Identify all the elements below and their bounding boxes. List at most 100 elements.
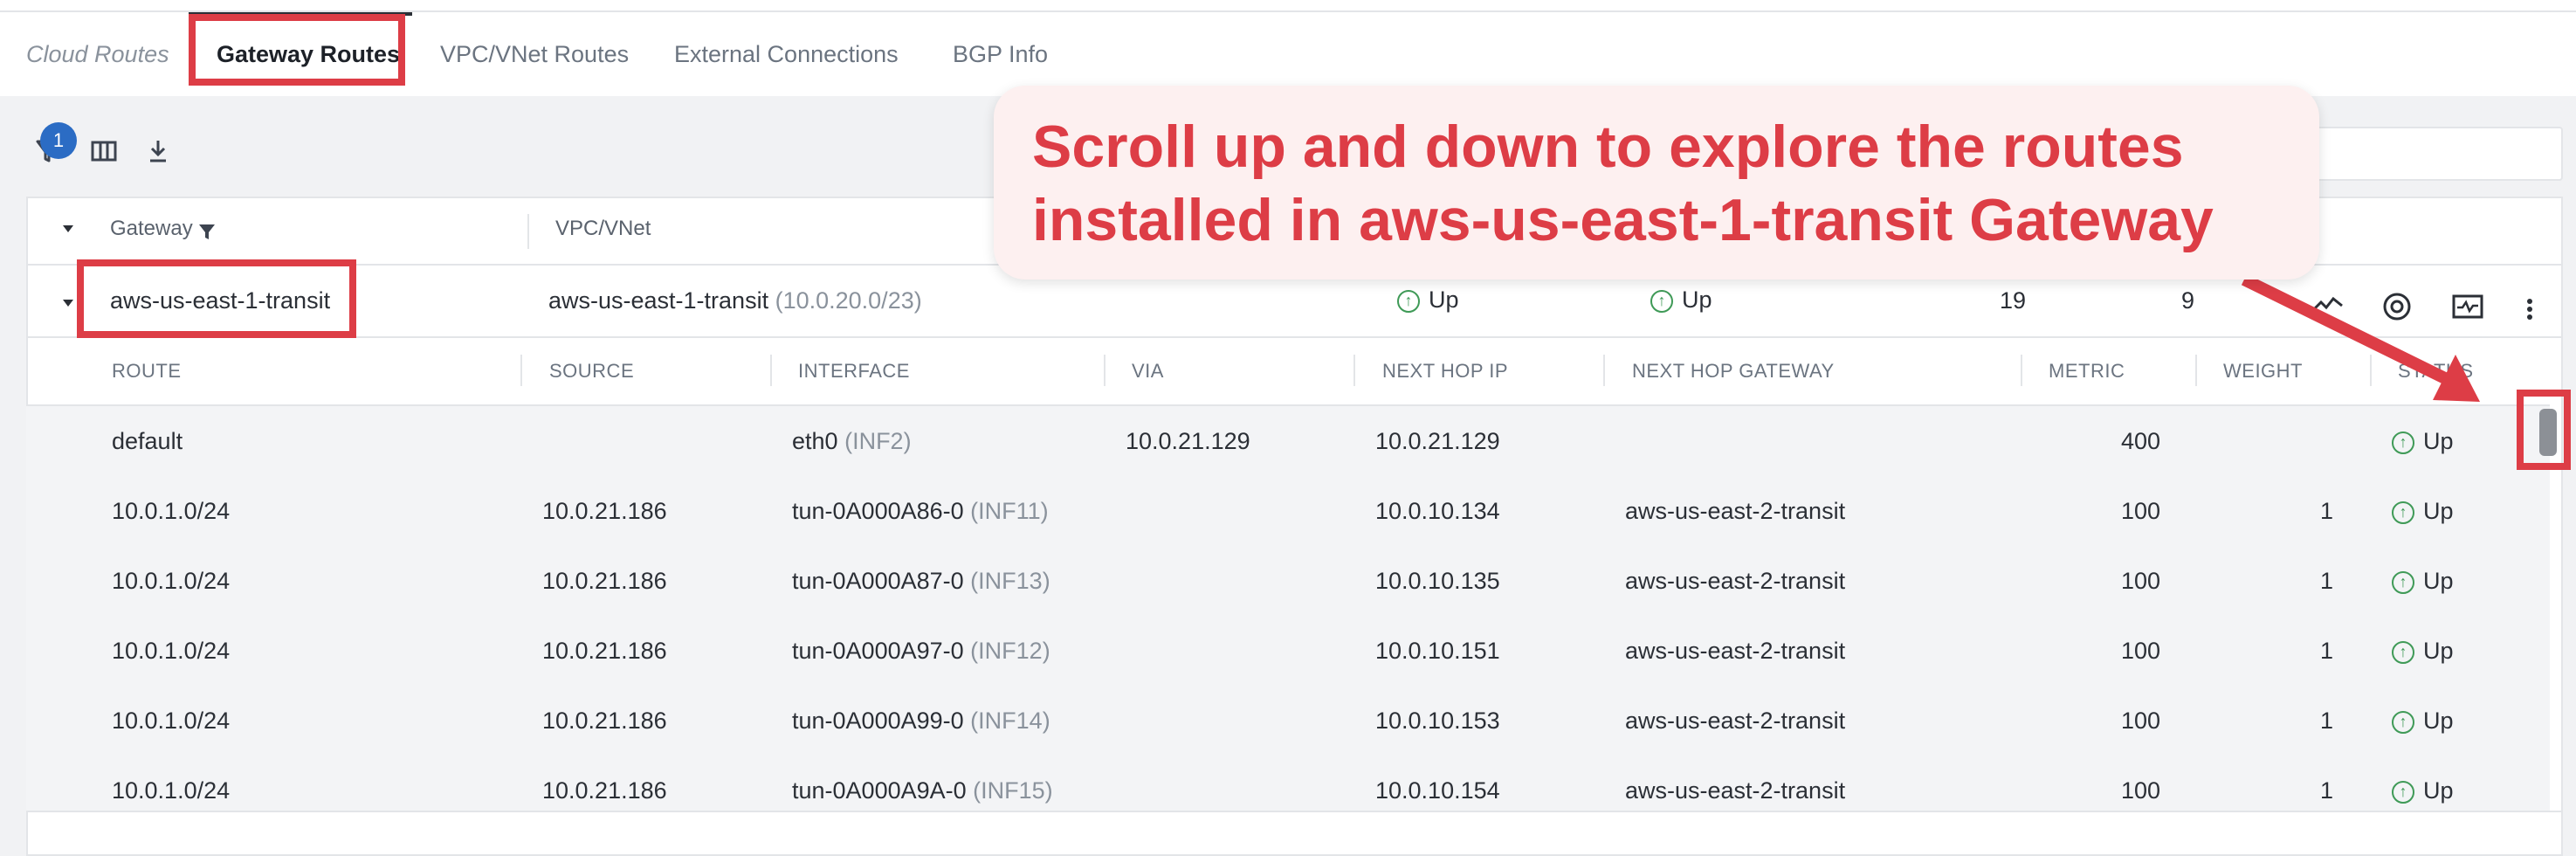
route-cell: 10.0.1.0/24: [112, 777, 231, 804]
route-header-next-hop-ip[interactable]: NEXT HOP IP: [1382, 360, 1508, 383]
metric-cell: 100: [2120, 498, 2160, 524]
route-header-metric[interactable]: METRIC: [2049, 360, 2125, 383]
filter-count-badge: 1: [40, 122, 77, 159]
metric-cell: 100: [2120, 568, 2160, 594]
up-arrow-icon: ↑: [2392, 640, 2414, 664]
expand-row-icon[interactable]: [61, 297, 75, 313]
divider: [26, 811, 2563, 812]
route-cell: 10.0.1.0/24: [112, 568, 231, 594]
gateway-vpc-name: aws-us-east-1-transit: [548, 287, 769, 314]
next-hop-gateway-cell: aws-us-east-2-transit: [1625, 568, 1846, 594]
gateway-status-1: ↑ Up: [1397, 286, 1459, 314]
interface-cell: tun-0A000A86-0 (INF11): [792, 498, 1049, 524]
column-separator: [1104, 355, 1105, 386]
column-separator: [2195, 355, 2197, 386]
collapse-all-icon[interactable]: [61, 223, 75, 238]
divider: [26, 336, 2563, 338]
weight-cell: 1: [2319, 708, 2333, 734]
route-header-via[interactable]: VIA: [1132, 360, 1164, 383]
gateway-count-2: 9: [2181, 287, 2195, 314]
up-arrow-icon: ↑: [2392, 431, 2414, 454]
callout-line-1: Scroll up and down to explore the routes: [1032, 114, 2184, 180]
source-cell: 10.0.21.186: [542, 638, 667, 664]
route-header-next-hop-gateway[interactable]: NEXT HOP GATEWAY: [1632, 360, 1835, 383]
highlight-gateway-name: [77, 259, 356, 338]
route-cell: default: [112, 428, 183, 454]
up-arrow-icon: ↑: [2392, 710, 2414, 734]
metric-cell: 100: [2120, 777, 2160, 804]
interface-cell: tun-0A000A87-0 (INF13): [792, 568, 1050, 594]
tutorial-callout: Scroll up and down to explore the routes…: [994, 86, 2319, 280]
up-arrow-icon: ↑: [1650, 289, 1673, 313]
gateway-vpc-cidr: (10.0.20.0/23): [775, 287, 922, 314]
gateway-filter-icon[interactable]: [197, 222, 217, 245]
columns-icon[interactable]: [91, 140, 117, 169]
gateway-vpc: aws-us-east-1-transit (10.0.20.0/23): [548, 287, 922, 314]
gateway-status-2: ↑ Up: [1650, 286, 1712, 314]
weight-cell: 1: [2319, 498, 2333, 524]
interface-cell: eth0 (INF2): [792, 428, 912, 454]
route-cell: 10.0.1.0/24: [112, 638, 231, 664]
route-header-source[interactable]: SOURCE: [549, 360, 634, 383]
metric-cell: 100: [2120, 638, 2160, 664]
status-cell: ↑ Up: [2392, 708, 2454, 735]
interface-cell: tun-0A000A99-0 (INF14): [792, 708, 1050, 734]
route-cell: 10.0.1.0/24: [112, 498, 231, 524]
more-options-icon[interactable]: [2525, 295, 2534, 329]
interface-cell: tun-0A000A9A-0 (INF15): [792, 777, 1053, 804]
source-cell: 10.0.21.186: [542, 568, 667, 594]
tab-bgp-info[interactable]: BGP Info: [953, 12, 1048, 96]
gateway-count-1: 19: [2000, 287, 2027, 314]
tab-external-connections[interactable]: External Connections: [674, 12, 899, 96]
next-hop-gateway-cell: aws-us-east-2-transit: [1625, 777, 1846, 804]
via-cell: 10.0.21.129: [1126, 428, 1250, 454]
callout-text: Scroll up and down to explore the routes…: [1032, 110, 2214, 257]
up-arrow-icon: ↑: [2392, 500, 2414, 524]
column-separator: [1603, 355, 1605, 386]
next-hop-ip-cell: 10.0.10.153: [1375, 708, 1500, 734]
highlight-gateway-routes-tab: [189, 14, 405, 86]
next-hop-gateway-cell: aws-us-east-2-transit: [1625, 708, 1846, 734]
header-gateway[interactable]: Gateway: [110, 217, 193, 241]
tab-vpc-vnet-routes[interactable]: VPC/VNet Routes: [440, 12, 629, 96]
next-hop-ip-cell: 10.0.10.135: [1375, 568, 1500, 594]
metric-cell: 100: [2120, 708, 2160, 734]
weight-cell: 1: [2319, 777, 2333, 804]
route-header-route[interactable]: ROUTE: [112, 360, 182, 383]
next-hop-ip-cell: 10.0.10.154: [1375, 777, 1500, 804]
status-cell: ↑ Up: [2392, 428, 2454, 455]
route-cell: 10.0.1.0/24: [112, 708, 231, 734]
callout-line-2: installed in aws-us-east-1-transit Gatew…: [1032, 187, 2214, 253]
annotation-arrow: [2241, 273, 2480, 402]
column-separator: [1353, 355, 1355, 386]
up-arrow-icon: ↑: [2392, 570, 2414, 594]
next-hop-ip-cell: 10.0.10.151: [1375, 638, 1500, 664]
metric-cell: 400: [2120, 428, 2160, 454]
column-separator: [520, 355, 522, 386]
column-separator: [770, 355, 772, 386]
header-vpc-vnet[interactable]: VPC/VNet: [555, 217, 651, 241]
up-arrow-icon: ↑: [1397, 289, 1420, 313]
route-header-interface[interactable]: INTERFACE: [798, 360, 910, 383]
next-hop-ip-cell: 10.0.21.129: [1375, 428, 1500, 454]
status-cell: ↑ Up: [2392, 638, 2454, 665]
next-hop-gateway-cell: aws-us-east-2-transit: [1625, 498, 1846, 524]
top-border: [0, 0, 2576, 12]
status-cell: ↑ Up: [2392, 777, 2454, 804]
download-icon[interactable]: [146, 138, 170, 171]
routes-list[interactable]: [26, 406, 2550, 812]
column-separator: [527, 214, 529, 249]
status-cell: ↑ Up: [2392, 568, 2454, 595]
column-separator: [2021, 355, 2022, 386]
source-cell: 10.0.21.186: [542, 708, 667, 734]
tab-cloud-routes[interactable]: Cloud Routes: [26, 12, 169, 96]
next-hop-gateway-cell: aws-us-east-2-transit: [1625, 638, 1846, 664]
interface-cell: tun-0A000A97-0 (INF12): [792, 638, 1050, 664]
up-arrow-icon: ↑: [2392, 780, 2414, 804]
highlight-scrollbar: [2517, 390, 2571, 470]
next-hop-ip-cell: 10.0.10.134: [1375, 498, 1500, 524]
weight-cell: 1: [2319, 638, 2333, 664]
source-cell: 10.0.21.186: [542, 777, 667, 804]
weight-cell: 1: [2319, 568, 2333, 594]
source-cell: 10.0.21.186: [542, 498, 667, 524]
